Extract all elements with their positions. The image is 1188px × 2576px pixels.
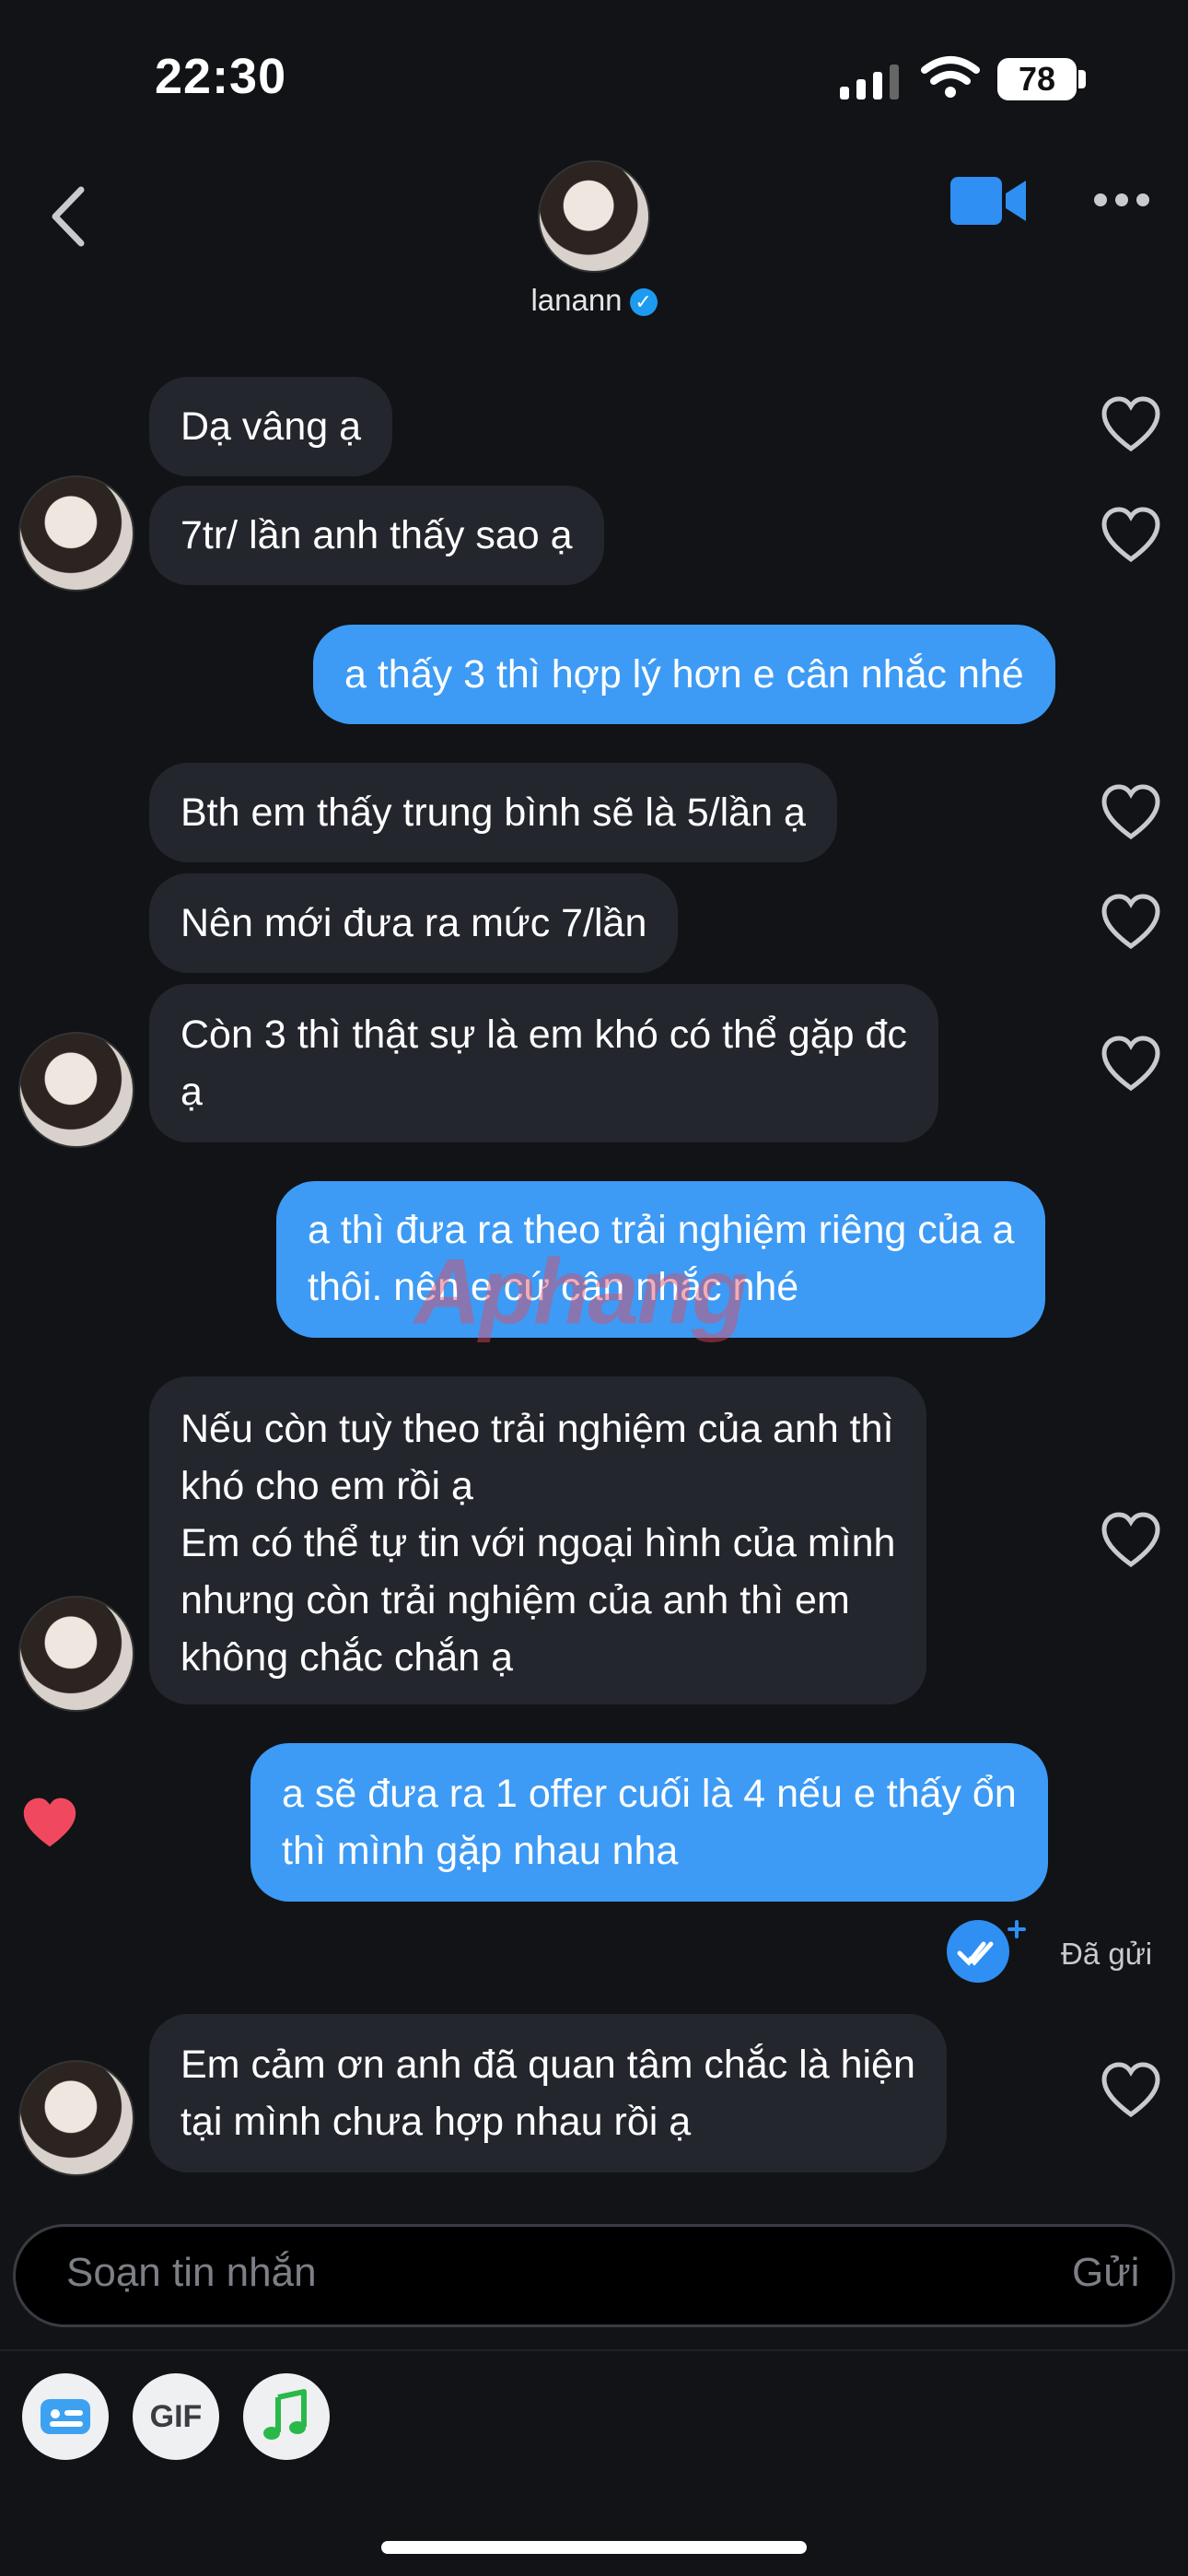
- sent-status: Đã gửi: [1061, 1937, 1153, 1971]
- contact-avatar[interactable]: [18, 1596, 134, 1712]
- battery-indicator: 78: [997, 58, 1077, 100]
- cellular-signal-icon: [840, 64, 899, 100]
- verified-badge-icon: ✓: [629, 288, 658, 317]
- video-call-icon[interactable]: [950, 175, 1028, 227]
- contact-name-row[interactable]: lanann ✓: [0, 283, 1188, 318]
- message-input-placeholder[interactable]: Soạn tin nhắn: [66, 2250, 317, 2296]
- message-bubble-incoming[interactable]: Bth em thấy trung bình sẽ là 5/lần ạ: [149, 763, 837, 862]
- back-chevron-icon[interactable]: [46, 184, 88, 249]
- contact-avatar[interactable]: [18, 1032, 134, 1148]
- message-bubble-incoming[interactable]: Nếu còn tuỳ theo trải nghiệm của anh thì…: [149, 1376, 927, 1704]
- heart-icon[interactable]: [1099, 2059, 1163, 2124]
- more-options-icon[interactable]: [1092, 192, 1151, 208]
- battery-tip: [1078, 70, 1086, 88]
- divider: [0, 2349, 1188, 2351]
- heart-icon[interactable]: [1099, 1033, 1163, 1097]
- read-receipt-icon: [947, 1920, 1026, 1983]
- contact-name: lanann: [530, 283, 623, 317]
- music-note-icon: [263, 2389, 307, 2440]
- sticker-button[interactable]: [22, 2373, 109, 2460]
- message-bubble-incoming[interactable]: 7tr/ lần anh thấy sao ạ: [149, 486, 604, 585]
- heart-icon[interactable]: [1099, 891, 1163, 955]
- message-bubble-outgoing[interactable]: a thấy 3 thì hợp lý hơn e cân nhắc nhé: [313, 625, 1055, 724]
- sticker-icon: [41, 2399, 90, 2434]
- contact-avatar[interactable]: [18, 2060, 134, 2176]
- wifi-icon: [921, 56, 980, 98]
- message-bubble-incoming[interactable]: Nên mới đưa ra mức 7/lần: [149, 873, 679, 973]
- watermark-logo: Aphang: [414, 1240, 748, 1343]
- heart-icon[interactable]: [1099, 393, 1163, 458]
- heart-icon[interactable]: [1099, 1509, 1163, 1574]
- liked-heart-icon[interactable]: [20, 1795, 79, 1850]
- gif-button[interactable]: GIF: [133, 2373, 219, 2460]
- heart-icon[interactable]: [1099, 504, 1163, 568]
- message-bubble-incoming[interactable]: Còn 3 thì thật sự là em khó có thể gặp đ…: [149, 984, 938, 1142]
- contact-avatar[interactable]: [18, 475, 134, 591]
- status-time: 22:30: [155, 49, 287, 104]
- message-bubble-outgoing[interactable]: a sẽ đưa ra 1 offer cuối là 4 nếu e thấy…: [250, 1743, 1048, 1902]
- header-avatar[interactable]: [538, 160, 650, 273]
- gif-label: GIF: [149, 2399, 203, 2434]
- message-bubble-incoming[interactable]: Em cảm ơn anh đã quan tâm chắc là hiện t…: [149, 2014, 947, 2172]
- message-bubble-incoming[interactable]: Dạ vâng ạ: [149, 377, 393, 476]
- music-button[interactable]: [243, 2373, 330, 2460]
- home-indicator: [381, 2541, 807, 2554]
- heart-icon[interactable]: [1099, 781, 1163, 846]
- send-button[interactable]: Gửi: [1072, 2250, 1139, 2296]
